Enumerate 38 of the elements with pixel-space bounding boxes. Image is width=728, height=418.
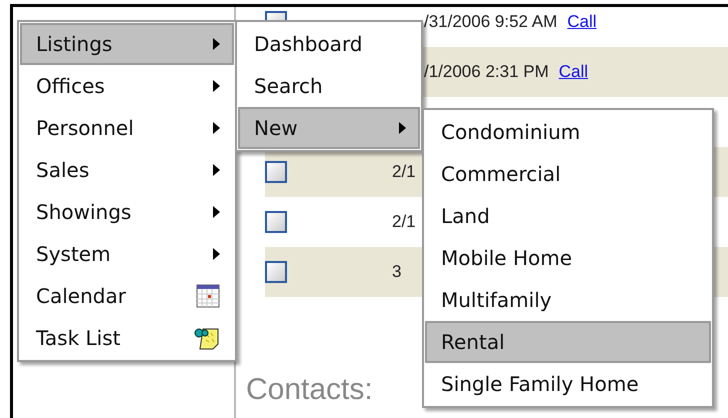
menu-item[interactable]: Showings — [20, 191, 234, 233]
menu-item[interactable]: Condominium — [425, 111, 711, 153]
submenu-arrow-icon — [213, 164, 220, 176]
submenu-arrow-icon — [213, 80, 220, 92]
section-heading: Contacts: — [246, 372, 373, 408]
menu-item[interactable]: Offices — [20, 65, 234, 107]
menu-item[interactable]: Search — [238, 65, 420, 107]
submenu-arrow-icon — [213, 248, 220, 260]
call-link[interactable]: Call — [567, 9, 597, 35]
menu-item[interactable]: New — [238, 107, 420, 149]
calendar-icon — [196, 284, 220, 308]
menu-item[interactable]: Commercial — [425, 153, 711, 195]
menu-item[interactable]: System — [20, 233, 234, 275]
checkbox[interactable] — [265, 261, 287, 283]
checkbox[interactable] — [265, 161, 287, 183]
menu-item[interactable]: Land — [425, 195, 711, 237]
task-note-icon — [194, 326, 220, 350]
submenu-arrow-icon — [213, 38, 220, 50]
menu-item[interactable]: Rental — [425, 321, 711, 363]
date-text: 3 — [392, 261, 402, 284]
menu-item[interactable]: Sales — [20, 149, 234, 191]
submenu-arrow-icon — [399, 122, 406, 134]
date-text: 2/1 — [392, 161, 416, 184]
menu-item[interactable]: Multifamily — [425, 279, 711, 321]
checkbox[interactable] — [265, 211, 287, 233]
call-link[interactable]: Call — [558, 59, 588, 85]
menu-item[interactable]: Listings — [20, 23, 234, 65]
submenu-arrow-icon — [213, 206, 220, 218]
menu-item[interactable]: Personnel — [20, 107, 234, 149]
menu-item[interactable]: Calendar — [20, 275, 234, 317]
menu-item[interactable]: Dashboard — [238, 23, 420, 65]
menu-item[interactable]: Single Family Home — [425, 363, 711, 405]
menu-item[interactable]: Mobile Home — [425, 237, 711, 279]
menu-item[interactable]: Task List — [20, 317, 234, 359]
submenu-arrow-icon — [213, 122, 220, 134]
date-text: /1/2006 2:31 PM — [424, 61, 549, 84]
date-text: /31/2006 9:52 AM — [424, 11, 558, 34]
date-text: 2/1 — [392, 211, 416, 234]
